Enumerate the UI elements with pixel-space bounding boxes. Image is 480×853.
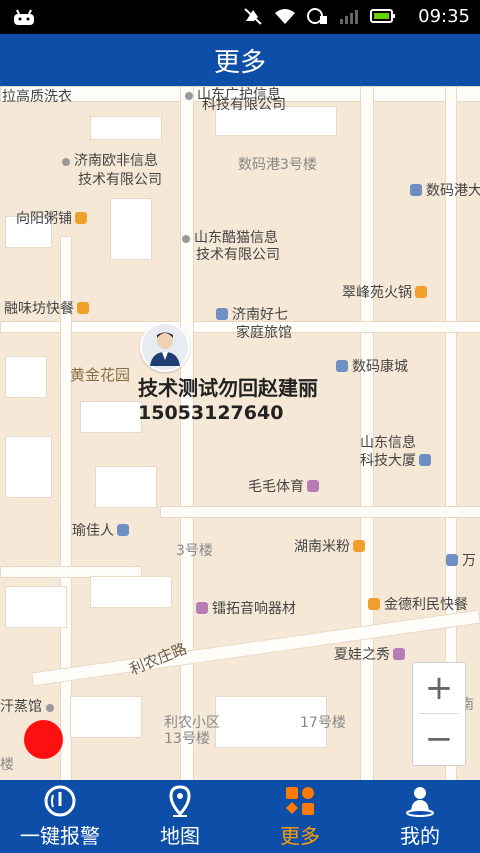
- map-poi[interactable]: 楼: [0, 756, 14, 774]
- wifi-icon: [275, 9, 295, 24]
- map-building: [5, 586, 67, 628]
- map-poi[interactable]: 毛毛体育: [248, 478, 323, 496]
- page-title: 更多: [213, 47, 266, 78]
- food-icon: [368, 598, 380, 610]
- zoom-out-button[interactable]: −: [413, 714, 465, 764]
- data-icon: [307, 8, 327, 24]
- food-icon: [77, 302, 89, 314]
- tab-label: 地图: [160, 824, 200, 848]
- map-building: [110, 198, 152, 260]
- poi-dot-icon: [185, 92, 193, 100]
- food-icon: [415, 286, 427, 298]
- zoom-controls: + −: [412, 662, 466, 766]
- map-poi[interactable]: 济南好七: [216, 306, 288, 324]
- poi-dot-icon: [62, 158, 70, 166]
- shop-icon: [307, 480, 319, 492]
- map-poi[interactable]: 瑜佳人: [72, 522, 133, 540]
- hotel-icon: [216, 308, 228, 320]
- map-building: [90, 576, 172, 608]
- building-icon: [419, 454, 431, 466]
- map-poi[interactable]: 山东信息: [360, 434, 416, 452]
- map-poi[interactable]: 技术有限公司: [78, 171, 162, 189]
- map-poi[interactable]: 汗蒸馆: [0, 698, 58, 716]
- map-building: [70, 696, 142, 738]
- map-poi[interactable]: 金德利民快餐: [368, 596, 468, 614]
- user-name-label: 技术测试勿回赵建丽: [138, 376, 318, 400]
- user-location-marker[interactable]: [140, 322, 190, 372]
- poi-dot-icon: [46, 704, 54, 712]
- shop-icon: [393, 648, 405, 660]
- food-icon: [75, 212, 87, 224]
- map-view[interactable]: 拉高质洗衣 山东广护信息 科技有限公司 济南欧非信息 技术有限公司 数码港3号楼…: [0, 86, 480, 780]
- tab-map[interactable]: 地图: [120, 780, 240, 853]
- person-icon: [406, 787, 434, 817]
- bottom-tab-bar: 一键报警 地图 更多 我的: [0, 780, 480, 853]
- poi-dot-icon: [182, 235, 190, 243]
- map-building: [5, 356, 47, 398]
- map-poi[interactable]: 万: [446, 552, 476, 570]
- map-road: [180, 86, 194, 780]
- tab-label: 一键报警: [20, 824, 100, 848]
- tab-more[interactable]: 更多: [240, 780, 360, 853]
- tab-label: 更多: [280, 824, 320, 848]
- tab-label: 我的: [400, 824, 440, 848]
- map-road: [160, 506, 480, 518]
- map-poi[interactable]: 数码康城: [336, 358, 408, 376]
- zoom-in-button[interactable]: +: [413, 663, 465, 713]
- map-road: [360, 86, 374, 780]
- map-building: [5, 436, 52, 498]
- map-poi[interactable]: 山东酷猫信息: [182, 229, 278, 247]
- map-poi[interactable]: 向阳粥铺: [16, 210, 91, 228]
- map-poi[interactable]: 融味坊快餐: [4, 300, 93, 318]
- building-icon: [336, 360, 348, 372]
- android-icon: [14, 9, 34, 25]
- map-poi[interactable]: 湖南米粉: [294, 538, 369, 556]
- map-poi[interactable]: 数码港3号楼: [238, 156, 317, 174]
- map-poi[interactable]: 夏娃之秀: [334, 646, 409, 664]
- map-poi[interactable]: 13号楼: [164, 730, 210, 748]
- food-icon: [353, 540, 365, 552]
- tab-mine[interactable]: 我的: [360, 780, 480, 853]
- building-icon: [446, 554, 458, 566]
- signal-icon: [340, 10, 358, 24]
- map-poi[interactable]: 17号楼: [300, 714, 346, 732]
- map-poi[interactable]: 技术有限公司: [196, 246, 280, 264]
- grid-shapes-icon: [286, 787, 314, 815]
- alarm-icon: [44, 785, 76, 817]
- alert-indicator[interactable]: [24, 720, 63, 759]
- map-poi[interactable]: 数码港大: [410, 182, 480, 200]
- avatar-icon: [150, 332, 180, 366]
- building-icon: [410, 184, 422, 196]
- map-poi[interactable]: 3号楼: [176, 542, 213, 560]
- shop-icon: [196, 602, 208, 614]
- map-poi[interactable]: 翠峰苑火锅: [342, 284, 431, 302]
- map-building: [95, 466, 157, 508]
- battery-icon: [370, 9, 395, 23]
- map-pin-icon: [169, 785, 191, 817]
- tab-alarm[interactable]: 一键报警: [0, 780, 120, 853]
- map-poi[interactable]: 家庭旅馆: [236, 324, 292, 342]
- map-poi[interactable]: 拉高质洗衣: [2, 88, 72, 106]
- map-building: [80, 401, 142, 433]
- title-bar: 更多: [0, 34, 480, 86]
- mute-icon: [244, 8, 262, 25]
- clock-time: 09:35: [418, 6, 470, 27]
- map-poi[interactable]: 济南欧非信息: [62, 152, 158, 170]
- user-phone-label: 15053127640: [138, 402, 284, 424]
- map-poi[interactable]: 镭拓音响器材: [196, 600, 296, 618]
- map-poi[interactable]: 黄金花园: [70, 366, 130, 384]
- map-building: [90, 116, 162, 140]
- gym-icon: [117, 524, 129, 536]
- status-bar: 09:35: [0, 0, 480, 34]
- map-poi[interactable]: 科技大厦: [360, 452, 435, 470]
- map-poi[interactable]: 科技有限公司: [202, 96, 286, 114]
